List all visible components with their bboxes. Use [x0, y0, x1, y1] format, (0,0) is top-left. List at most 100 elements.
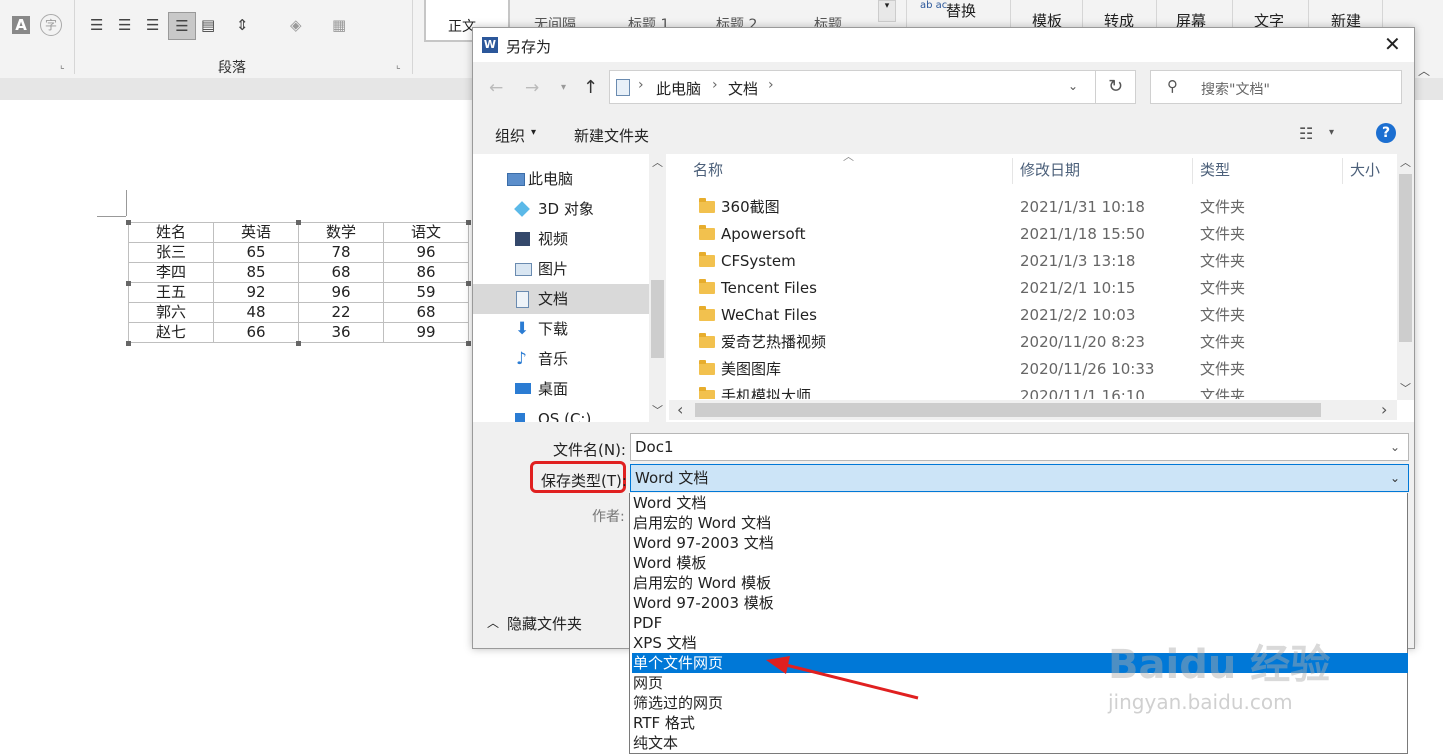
column-header-size[interactable]: 大小 [1350, 154, 1380, 186]
dialog-launcher-icon[interactable]: ⌞ [396, 60, 401, 71]
table-cell[interactable]: 78 [298, 242, 384, 263]
table-cell[interactable]: 语文 [383, 222, 469, 243]
chevron-right-icon[interactable]: › [768, 77, 774, 93]
up-arrow-icon[interactable]: ↑ [583, 77, 598, 98]
resize-handle[interactable] [296, 341, 301, 346]
organize-menu[interactable]: 组织 [495, 125, 525, 146]
table-cell[interactable]: 李四 [128, 262, 214, 283]
savetype-dropdown-list[interactable]: Word 文档 启用宏的 Word 文档 Word 97-2003 文档 Wor… [629, 493, 1408, 754]
view-options-icon[interactable]: ☷ [1299, 124, 1313, 143]
table-cell[interactable]: 68 [383, 302, 469, 323]
breadcrumb-item[interactable]: 文档 [728, 78, 758, 99]
column-header-type[interactable]: 类型 [1200, 154, 1230, 186]
shading-icon[interactable]: ◈ [290, 16, 302, 34]
breadcrumb-item[interactable]: 此电脑 [656, 78, 701, 99]
distributed-align-icon[interactable]: ▤ [201, 16, 215, 34]
hide-folders-button[interactable]: 隐藏文件夹 [507, 613, 582, 634]
line-spacing-icon[interactable]: ⇕ [236, 16, 249, 34]
table-cell[interactable]: 66 [213, 322, 299, 343]
table-cell[interactable]: 赵七 [128, 322, 214, 343]
dialog-launcher-icon[interactable]: ⌞ [60, 60, 65, 71]
savetype-option[interactable]: 启用宏的 Word 文档 [632, 513, 1408, 533]
resize-handle[interactable] [466, 281, 471, 286]
nav-item-music[interactable]: ♪ 音乐 [473, 344, 649, 374]
nav-item-documents[interactable]: 文档 [473, 284, 649, 314]
nav-item-desktop[interactable]: 桌面 [473, 374, 649, 404]
gallery-scroll-icon[interactable]: ▾ [878, 0, 896, 22]
column-divider[interactable] [1192, 158, 1193, 184]
scroll-right-icon[interactable]: › [1381, 400, 1387, 419]
file-row[interactable]: Tencent Files 2021/2/1 10:15 文件夹 [669, 275, 1389, 302]
resize-handle[interactable] [126, 220, 131, 225]
filename-input[interactable]: Doc1 ⌄ [630, 433, 1409, 461]
scroll-left-icon[interactable]: ‹ [677, 400, 683, 419]
borders-icon[interactable]: ▦ [332, 16, 346, 34]
scrollbar-thumb[interactable] [651, 280, 664, 358]
table-cell[interactable]: 92 [213, 282, 299, 303]
savetype-option[interactable]: Word 97-2003 文档 [632, 533, 1408, 553]
chevron-down-icon[interactable]: ▾ [1329, 127, 1334, 138]
savetype-option[interactable]: 启用宏的 Word 模板 [632, 573, 1408, 593]
align-center-icon[interactable]: ☰ [118, 16, 131, 34]
table-cell[interactable]: 姓名 [128, 222, 214, 243]
savetype-option[interactable]: Word 模板 [632, 553, 1408, 573]
table-cell[interactable]: 85 [213, 262, 299, 283]
phonetic-guide-icon[interactable]: 字 [40, 14, 62, 36]
nav-item-this-pc[interactable]: 此电脑 [473, 164, 649, 194]
savetype-option[interactable]: Word 97-2003 模板 [632, 593, 1408, 613]
replace-button[interactable]: 替换 [946, 0, 976, 21]
collapse-ribbon-icon[interactable]: ︿ [1418, 62, 1430, 79]
savetype-select[interactable]: Word 文档 ⌄ [630, 464, 1409, 492]
file-row[interactable]: Apowersoft 2021/1/18 15:50 文件夹 [669, 221, 1389, 248]
refresh-button[interactable]: ↻ [1096, 70, 1136, 104]
align-left-icon[interactable]: ☰ [90, 16, 103, 34]
chevron-down-icon[interactable]: ⌄ [1390, 434, 1400, 460]
scrollbar-thumb[interactable] [1399, 174, 1412, 342]
justify-icon[interactable]: ☰ [168, 12, 196, 40]
address-bar[interactable]: › 此电脑 › 文档 › ⌄ [609, 70, 1096, 104]
table-cell[interactable]: 59 [383, 282, 469, 303]
table-cell[interactable]: 96 [383, 242, 469, 263]
resize-handle[interactable] [466, 220, 471, 225]
savetype-option[interactable]: 纯文本 [632, 733, 1408, 753]
nav-item-downloads[interactable]: ⬇ 下载 [473, 314, 649, 344]
file-row[interactable]: 360截图 2021/1/31 10:18 文件夹 [669, 194, 1389, 221]
column-divider[interactable] [1342, 158, 1343, 184]
chevron-down-icon[interactable]: ▾ [531, 127, 536, 138]
recent-locations-icon[interactable]: ▾ [561, 82, 566, 93]
table-cell[interactable]: 张三 [128, 242, 214, 263]
table-cell[interactable]: 36 [298, 322, 384, 343]
table-cell[interactable]: 英语 [213, 222, 299, 243]
table-cell[interactable]: 99 [383, 322, 469, 343]
table-cell[interactable]: 68 [298, 262, 384, 283]
new-folder-button[interactable]: 新建文件夹 [574, 125, 649, 146]
resize-handle[interactable] [126, 341, 131, 346]
help-icon[interactable]: ? [1376, 123, 1396, 143]
scrollbar-thumb[interactable] [695, 403, 1321, 417]
nav-item-3d-objects[interactable]: 3D 对象 [473, 194, 649, 224]
file-list-hscrollbar[interactable]: ‹ › [669, 400, 1397, 420]
font-color-icon[interactable]: A [12, 16, 30, 34]
table-cell[interactable]: 86 [383, 262, 469, 283]
scroll-up-icon[interactable]: ︿ [1400, 154, 1411, 170]
file-row[interactable]: 美图图库 2020/11/26 10:33 文件夹 [669, 356, 1389, 383]
savetype-option[interactable]: PDF [632, 613, 1408, 633]
back-arrow-icon[interactable]: ← [489, 78, 503, 98]
align-right-icon[interactable]: ☰ [146, 16, 159, 34]
nav-scrollbar[interactable]: ︿ ﹀ [649, 154, 666, 422]
nav-item-os-drive[interactable]: OS (C:) [473, 404, 649, 422]
file-list-vscrollbar[interactable]: ︿ ﹀ [1397, 154, 1414, 400]
nav-item-pictures[interactable]: 图片 [473, 254, 649, 284]
file-row[interactable]: 手机模拟大师 2020/11/1 16:10 文件夹 [669, 383, 1389, 399]
file-row[interactable]: WeChat Files 2021/2/2 10:03 文件夹 [669, 302, 1389, 329]
close-icon[interactable]: ✕ [1384, 32, 1401, 56]
chevron-right-icon[interactable]: › [638, 77, 644, 93]
scroll-down-icon[interactable]: ﹀ [652, 402, 663, 418]
chevron-down-icon[interactable]: ⌄ [1068, 79, 1078, 93]
column-header-date[interactable]: 修改日期 [1020, 154, 1080, 186]
chevron-up-icon[interactable]: ︿ [487, 614, 499, 631]
column-divider[interactable] [1012, 158, 1013, 184]
search-box[interactable]: ⚲ 搜索"文档" [1150, 70, 1402, 104]
chevron-right-icon[interactable]: › [712, 77, 718, 93]
resize-handle[interactable] [296, 220, 301, 225]
